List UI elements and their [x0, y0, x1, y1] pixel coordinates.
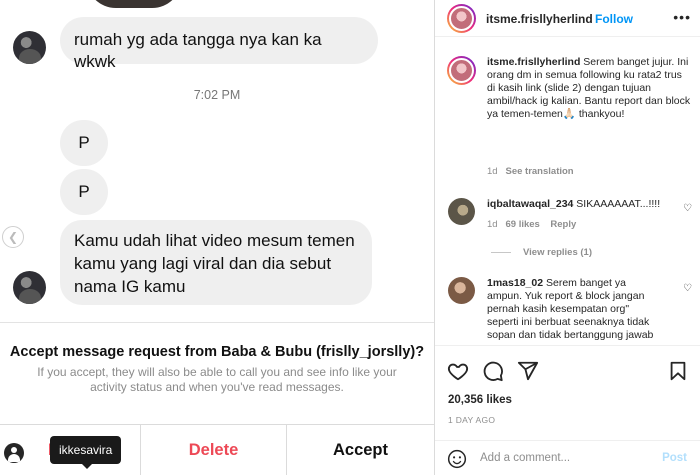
screen: rumah yg ada tangga nya kan ka wkwk 7:02…	[0, 0, 700, 475]
commenter-avatar[interactable]	[448, 277, 475, 304]
follow-button[interactable]: Follow	[595, 12, 633, 26]
author-avatar[interactable]	[447, 4, 476, 33]
request-body: If you accept, they will also be able to…	[37, 365, 397, 394]
post-comment-button[interactable]: Post	[662, 452, 687, 464]
replies-divider	[491, 252, 511, 253]
ellipsis-icon[interactable]: •••	[673, 9, 691, 25]
message-bubble-2: P	[60, 120, 108, 166]
comment-text: SIKAAAAAAT...!!!!	[576, 198, 661, 210]
message-bubble-3: P	[60, 169, 108, 215]
bookmark-icon[interactable]	[667, 360, 689, 382]
reply-button[interactable]: Reply	[550, 219, 576, 230]
comment-1: iqbaltawaqal_234 SIKAAAAAAT...!!!!	[487, 198, 677, 211]
comment-age: 1d	[487, 219, 498, 230]
heart-icon[interactable]: ♡	[683, 204, 693, 214]
post-timestamp: 1 DAY AGO	[448, 415, 496, 425]
post-sidebar: itsme.frisllyherlind Follow ••• itsme.fr…	[434, 0, 700, 475]
post-action-bar: 20,356 likes 1 DAY AGO Add a comment... …	[435, 345, 700, 475]
add-comment-input[interactable]: Add a comment...	[480, 452, 570, 464]
add-comment-row: Add a comment... Post	[435, 440, 700, 475]
caption: itsme.frisllyherlind Serem banget jujur.…	[487, 56, 693, 121]
heart-icon[interactable]: ♡	[683, 284, 693, 294]
emoji-icon[interactable]	[447, 449, 467, 469]
comment-username[interactable]: 1mas18_02	[487, 277, 543, 289]
author-username[interactable]: itsme.frisllyherlind	[486, 12, 593, 26]
dm-screenshot-panel: rumah yg ada tangga nya kan ka wkwk 7:02…	[0, 0, 434, 475]
share-icon[interactable]	[517, 360, 539, 382]
message-bubble-4: Kamu udah lihat video mesum temen kamu y…	[60, 220, 372, 305]
post-header: itsme.frisllyherlind Follow •••	[435, 0, 700, 37]
view-replies-button[interactable]: View replies (1)	[523, 247, 592, 258]
comment-icon[interactable]	[482, 360, 504, 382]
user-icon	[4, 443, 24, 463]
likes-count[interactable]: 20,356 likes	[448, 394, 512, 406]
delete-button[interactable]: Delete	[141, 425, 287, 475]
sender-avatar	[13, 271, 46, 304]
heart-icon[interactable]	[447, 360, 469, 382]
comment-2: 1mas18_02 Serem banget ya ampun. Yuk rep…	[487, 277, 657, 342]
see-translation-link[interactable]: See translation	[506, 166, 574, 177]
accept-button[interactable]: Accept	[287, 425, 434, 475]
user-tag-tooltip[interactable]: ikkesavira	[50, 436, 122, 469]
caption-meta: 1d See translation	[487, 166, 574, 177]
caption-username[interactable]: itsme.frisllyherlind	[487, 56, 580, 68]
comments-list: itsme.frisllyherlind Serem banget jujur.…	[435, 38, 700, 345]
comment-username[interactable]: iqbaltawaqal_234	[487, 198, 573, 210]
caption-age: 1d	[487, 166, 498, 177]
caption-avatar[interactable]	[447, 56, 476, 85]
chevron-left-icon[interactable]: ❮	[2, 226, 24, 248]
post-actions	[447, 360, 539, 382]
message-request-panel: Accept message request from Baba & Bubu …	[0, 322, 434, 425]
shared-image-peek	[86, 0, 182, 8]
comment-meta: 1d 69 likes Reply	[487, 219, 576, 230]
message-timestamp: 7:02 PM	[193, 88, 241, 102]
request-title: Accept message request from Baba & Bubu …	[9, 344, 425, 360]
commenter-avatar[interactable]	[448, 198, 475, 225]
comment-likes[interactable]: 69 likes	[506, 219, 540, 230]
sender-avatar	[13, 31, 46, 64]
message-bubble-1: rumah yg ada tangga nya kan ka wkwk	[60, 17, 378, 71]
